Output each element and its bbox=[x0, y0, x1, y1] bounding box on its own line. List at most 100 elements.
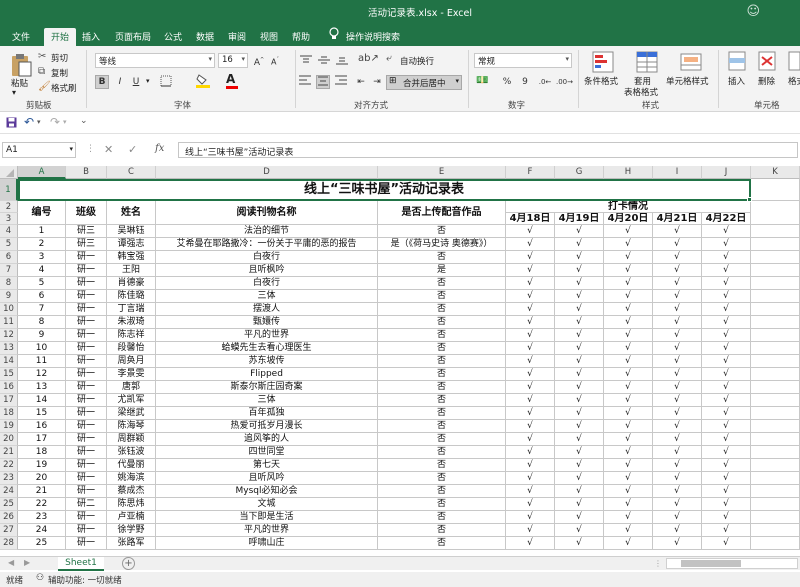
cell-no[interactable]: 16 bbox=[18, 420, 66, 433]
enter-icon[interactable]: ✓ bbox=[128, 143, 137, 156]
row-header-13[interactable]: 13 bbox=[0, 342, 18, 355]
check-mark[interactable]: √ bbox=[702, 407, 751, 420]
copy-button[interactable]: 复制 bbox=[51, 67, 68, 79]
check-mark[interactable]: √ bbox=[506, 537, 555, 550]
italic-button[interactable]: I bbox=[113, 75, 127, 89]
currency-icon[interactable]: 💵 bbox=[476, 75, 488, 86]
cell-book[interactable]: Flipped bbox=[156, 368, 378, 381]
column-header-a[interactable]: A bbox=[18, 166, 66, 179]
cell-audio[interactable]: 否 bbox=[378, 459, 506, 472]
check-mark[interactable]: √ bbox=[604, 368, 653, 381]
check-mark[interactable]: √ bbox=[555, 316, 604, 329]
cell-k1[interactable] bbox=[751, 179, 800, 201]
check-mark[interactable]: √ bbox=[653, 290, 702, 303]
cell-no[interactable]: 4 bbox=[18, 264, 66, 277]
check-mark[interactable]: √ bbox=[702, 498, 751, 511]
cell-book[interactable]: 三体 bbox=[156, 394, 378, 407]
font-size-select[interactable]: 16 ▾ bbox=[218, 53, 248, 68]
increase-decimal-icon[interactable]: .0← bbox=[538, 75, 552, 89]
row-header-2[interactable]: 2 bbox=[0, 201, 18, 213]
check-mark[interactable]: √ bbox=[506, 498, 555, 511]
cell-audio[interactable]: 是 bbox=[378, 264, 506, 277]
cell-styles-icon[interactable] bbox=[680, 51, 702, 76]
cell-no[interactable]: 7 bbox=[18, 303, 66, 316]
cell-book[interactable]: 百年孤独 bbox=[156, 407, 378, 420]
row-header-20[interactable]: 20 bbox=[0, 433, 18, 446]
cell-book[interactable]: 甄嬛传 bbox=[156, 316, 378, 329]
cell-no[interactable]: 6 bbox=[18, 290, 66, 303]
row-header-24[interactable]: 24 bbox=[0, 485, 18, 498]
header-date[interactable]: 4月21日 bbox=[653, 213, 702, 225]
cell-k[interactable] bbox=[751, 290, 800, 303]
accessibility-status[interactable]: 辅助功能: 一切就绪 bbox=[48, 574, 122, 586]
cell-class[interactable]: 研一 bbox=[66, 355, 107, 368]
cell-no[interactable]: 1 bbox=[18, 225, 66, 238]
check-mark[interactable]: √ bbox=[653, 420, 702, 433]
cell-name[interactable]: 周奂月 bbox=[107, 355, 156, 368]
check-mark[interactable]: √ bbox=[506, 238, 555, 251]
cell-name[interactable]: 周群颖 bbox=[107, 433, 156, 446]
format-painter-button[interactable]: 格式刷 bbox=[51, 82, 77, 94]
row-header-7[interactable]: 7 bbox=[0, 264, 18, 277]
check-mark[interactable]: √ bbox=[555, 446, 604, 459]
cell-class[interactable]: 研一 bbox=[66, 485, 107, 498]
align-bottom-icon[interactable] bbox=[336, 55, 348, 68]
copy-icon[interactable]: ⧉ bbox=[38, 66, 45, 77]
cell-k[interactable] bbox=[751, 433, 800, 446]
check-mark[interactable]: √ bbox=[506, 433, 555, 446]
wrap-text-icon[interactable]: ⤶ bbox=[386, 53, 392, 64]
cell-no[interactable]: 13 bbox=[18, 381, 66, 394]
check-mark[interactable]: √ bbox=[604, 524, 653, 537]
column-header-f[interactable]: F bbox=[506, 166, 555, 179]
cell-k[interactable] bbox=[751, 485, 800, 498]
cell-audio[interactable]: 否 bbox=[378, 433, 506, 446]
cell-k[interactable] bbox=[751, 472, 800, 485]
border-icon[interactable] bbox=[160, 75, 172, 90]
check-mark[interactable]: √ bbox=[653, 537, 702, 550]
check-mark[interactable]: √ bbox=[653, 251, 702, 264]
name-box[interactable]: A1 ▾ bbox=[2, 142, 76, 158]
font-color-icon[interactable]: A bbox=[226, 72, 238, 89]
cell-name[interactable]: 蔡成杰 bbox=[107, 485, 156, 498]
cell-name[interactable]: 陈佳璐 bbox=[107, 290, 156, 303]
cell-k[interactable] bbox=[751, 316, 800, 329]
row-header-4[interactable]: 4 bbox=[0, 225, 18, 238]
cell-book[interactable]: 且听风吟 bbox=[156, 472, 378, 485]
cell-k[interactable] bbox=[751, 303, 800, 316]
check-mark[interactable]: √ bbox=[555, 368, 604, 381]
conditional-format-icon[interactable] bbox=[592, 51, 614, 76]
cell-book[interactable]: 法治的细节 bbox=[156, 225, 378, 238]
check-mark[interactable]: √ bbox=[506, 329, 555, 342]
cell-k[interactable] bbox=[751, 537, 800, 550]
check-mark[interactable]: √ bbox=[506, 459, 555, 472]
cell-book[interactable]: 当下即是生活 bbox=[156, 511, 378, 524]
column-header-i[interactable]: I bbox=[653, 166, 702, 179]
cut-button[interactable]: 剪切 bbox=[51, 52, 68, 64]
cell-k[interactable] bbox=[751, 394, 800, 407]
add-sheet-icon[interactable]: + bbox=[122, 557, 135, 570]
header-book[interactable]: 阅读刊物名称 bbox=[156, 201, 378, 225]
cell-audio[interactable]: 否 bbox=[378, 381, 506, 394]
row-header-6[interactable]: 6 bbox=[0, 251, 18, 264]
check-mark[interactable]: √ bbox=[506, 420, 555, 433]
cell-name[interactable]: 丁言瑞 bbox=[107, 303, 156, 316]
cell-audio[interactable]: 否 bbox=[378, 251, 506, 264]
merge-center-button[interactable]: ⊞ 合并后居中 ▾ bbox=[386, 75, 462, 90]
cell-book[interactable]: 苏东坡传 bbox=[156, 355, 378, 368]
wrap-text-button[interactable]: 自动换行 bbox=[400, 55, 434, 67]
cell-class[interactable]: 研三 bbox=[66, 225, 107, 238]
increase-font-icon[interactable]: A^ bbox=[252, 53, 266, 68]
cell-audio[interactable]: 否 bbox=[378, 329, 506, 342]
decrease-decimal-icon[interactable]: .00→ bbox=[556, 75, 573, 89]
check-mark[interactable]: √ bbox=[702, 446, 751, 459]
check-mark[interactable]: √ bbox=[604, 433, 653, 446]
check-mark[interactable]: √ bbox=[653, 459, 702, 472]
check-mark[interactable]: √ bbox=[555, 459, 604, 472]
check-mark[interactable]: √ bbox=[653, 394, 702, 407]
fill-color-icon[interactable] bbox=[196, 73, 210, 92]
cell-audio[interactable]: 否 bbox=[378, 472, 506, 485]
format-as-table-icon[interactable] bbox=[636, 51, 658, 76]
align-left-icon[interactable] bbox=[298, 75, 312, 89]
column-header-d[interactable]: D bbox=[156, 166, 378, 179]
check-mark[interactable]: √ bbox=[555, 238, 604, 251]
